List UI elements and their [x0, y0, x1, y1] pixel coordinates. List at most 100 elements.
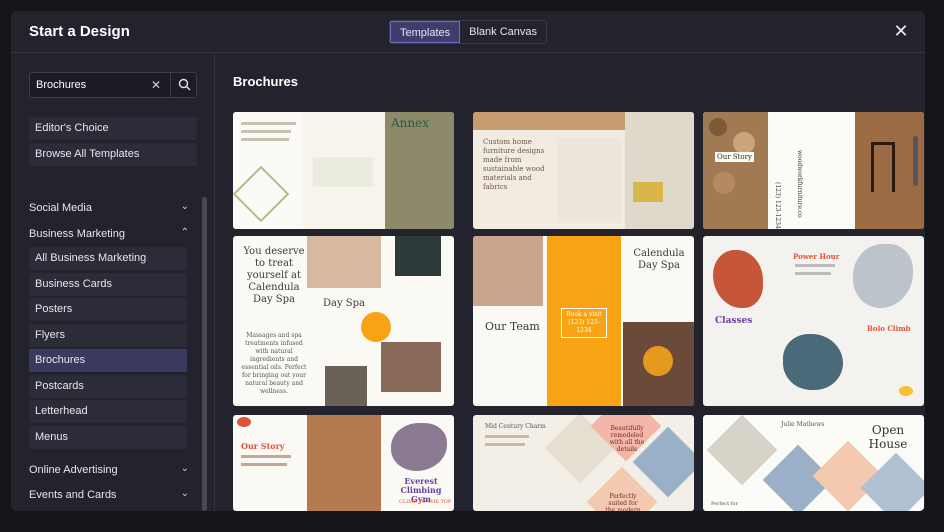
card-text: Beautifully remodeled with all the detai…	[609, 425, 645, 453]
climber-blob	[853, 244, 913, 308]
search-box: Brochures ✕	[29, 72, 197, 98]
photo-blob	[783, 334, 843, 390]
text-line	[485, 443, 525, 446]
phone-text: (123) 123-1234	[774, 182, 781, 229]
log-circle	[713, 172, 735, 194]
climbing-blob	[713, 250, 763, 308]
gallery-scrollbar[interactable]	[913, 136, 918, 186]
chair-shape	[633, 182, 663, 202]
sidebar-item-brochures[interactable]: Brochures	[29, 349, 187, 372]
category-label: Events and Cards	[29, 489, 117, 501]
pattern-tile	[395, 236, 441, 276]
template-card[interactable]: Mid Century Charm Beautifully remodeled …	[473, 415, 694, 511]
card-title: Our Team	[485, 320, 540, 333]
chevron-down-icon: ⌄	[180, 463, 189, 474]
close-icon[interactable]: ✕	[891, 21, 911, 41]
chevron-down-icon: ⌄	[180, 488, 189, 499]
template-card[interactable]: Power Hour Classes Bolo Climb	[703, 236, 924, 406]
card-title: Custom home furniture designs made from …	[483, 138, 545, 191]
sidebar-item-flyers[interactable]: Flyers	[29, 324, 187, 347]
card-title: Annex	[391, 116, 429, 130]
contact-block	[313, 157, 373, 187]
category-label: Online Advertising	[29, 464, 118, 476]
modal-title: Start a Design	[29, 23, 130, 40]
flower-shape	[643, 346, 673, 376]
red-blob	[237, 417, 251, 427]
text-line	[241, 122, 296, 125]
tab-blank-canvas[interactable]: Blank Canvas	[460, 21, 546, 43]
card-title: You deserve to treat yourself at Calendu…	[243, 246, 305, 305]
category-online-advertising[interactable]: Online Advertising ⌄	[29, 463, 189, 476]
sidebar-item-postcards[interactable]: Postcards	[29, 375, 187, 398]
template-card[interactable]: Annex	[233, 112, 454, 229]
text-line	[241, 130, 291, 133]
text-line	[241, 138, 289, 141]
card-title: Open House	[868, 423, 908, 451]
clear-search-icon[interactable]: ✕	[151, 78, 161, 92]
card-subtitle: Calendula Day Spa	[633, 248, 685, 271]
section-title: Brochures	[233, 74, 299, 89]
climbing-wall-photo	[307, 415, 381, 511]
chevron-down-icon: ⌄	[180, 201, 189, 212]
sidebar-item-menus[interactable]: Menus	[29, 426, 187, 449]
card-text: Perfect for	[711, 501, 738, 507]
card-heading: Our Story	[715, 152, 754, 162]
text-line	[485, 435, 529, 438]
card-body: Massages and spa treatments infused with…	[241, 332, 307, 395]
template-card[interactable]: Custom home furniture designs made from …	[473, 112, 694, 229]
search-input[interactable]: Brochures	[36, 79, 86, 91]
massage-photo	[473, 236, 543, 306]
card-subtitle: Classes	[715, 316, 753, 326]
log-circle	[709, 118, 727, 136]
category-label: Business Marketing	[29, 228, 125, 240]
desk-photo	[625, 112, 694, 229]
orange-circle	[361, 312, 391, 342]
category-business-marketing[interactable]: Business Marketing ⌃	[29, 227, 189, 240]
text-line	[795, 264, 835, 267]
card-label: CLIMB TO THE TOP	[399, 499, 452, 505]
climber-blob	[391, 423, 447, 471]
sidebar-item-business-cards[interactable]: Business Cards	[29, 273, 187, 296]
sidebar-scrollbar[interactable]	[202, 197, 207, 511]
template-gallery: Brochures Annex Custom home furniture de…	[216, 54, 925, 511]
card-heading: Our Story	[241, 441, 285, 451]
template-card[interactable]: Julie Mathews Open House Perfect for	[703, 415, 924, 511]
category-label: Social Media	[29, 202, 92, 214]
hands-photo	[381, 342, 441, 392]
template-card[interactable]: Our Story Everest Climbing Gym CLIMB TO …	[233, 415, 454, 511]
agent-name: Julie Mathews	[781, 421, 825, 428]
browse-all-templates-link[interactable]: Browse All Templates	[29, 143, 197, 166]
sidebar: Brochures ✕ Editor's Choice Browse All T…	[11, 54, 215, 511]
modal-header: Start a Design Templates Blank Canvas ✕	[11, 11, 925, 53]
yellow-blob	[899, 386, 913, 396]
template-card[interactable]: Our Team Book a visit (123) 123-1234 Cal…	[473, 236, 694, 406]
card-subtitle: Day Spa	[323, 298, 366, 309]
log-circle	[733, 132, 755, 154]
text-line	[241, 463, 287, 466]
house-diamond	[860, 452, 924, 511]
card-label: Bolo Climb	[867, 324, 911, 333]
chevron-up-icon: ⌃	[180, 227, 189, 238]
search-icon	[178, 78, 191, 91]
spa-photo	[307, 236, 381, 288]
card-heading: Mid Century Charm	[485, 423, 546, 430]
template-card[interactable]: Our Story (123) 123-1234 woodworkfurnitu…	[703, 112, 924, 229]
sidebar-item-letterhead[interactable]: Letterhead	[29, 400, 187, 423]
chairs-photo	[557, 138, 621, 223]
start-design-modal: Start a Design Templates Blank Canvas ✕ …	[11, 11, 925, 511]
website-text: woodworkfurniture.co	[796, 150, 803, 218]
category-social-media[interactable]: Social Media ⌄	[29, 201, 189, 214]
sidebar-item-all-business-marketing[interactable]: All Business Marketing	[29, 247, 187, 270]
card-heading: Power Hour	[793, 252, 840, 261]
chair-shape	[871, 142, 895, 192]
sidebar-item-posters[interactable]: Posters	[29, 298, 187, 321]
search-button[interactable]	[170, 73, 197, 97]
card-text: Perfectly suited for the modern family	[605, 493, 641, 511]
mode-tabs: Templates Blank Canvas	[389, 20, 548, 44]
text-line	[241, 455, 291, 458]
text-line	[795, 272, 831, 275]
editors-choice-link[interactable]: Editor's Choice	[29, 117, 197, 140]
template-card[interactable]: You deserve to treat yourself at Calendu…	[233, 236, 454, 406]
category-events-and-cards[interactable]: Events and Cards ⌄	[29, 488, 189, 501]
tab-templates[interactable]: Templates	[390, 21, 461, 43]
